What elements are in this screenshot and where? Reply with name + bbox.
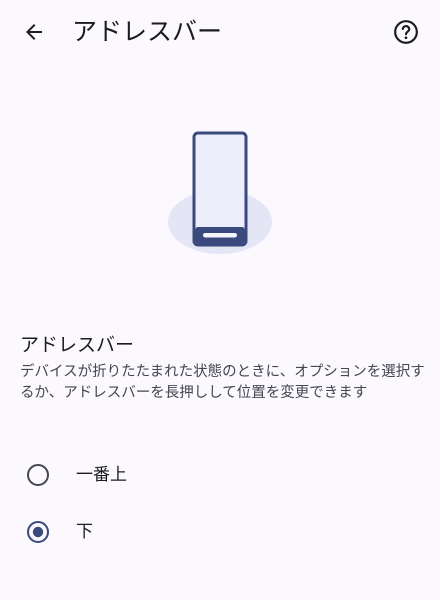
phone-bottom-address-bar-illustration — [168, 131, 272, 254]
radio-selected-icon[interactable] — [26, 520, 50, 544]
help-circle-icon — [394, 20, 418, 44]
arrow-back-icon — [26, 24, 42, 40]
option-bottom[interactable]: 下 — [0, 504, 440, 560]
radio-unselected-icon[interactable] — [26, 463, 50, 487]
option-top[interactable]: 一番上 — [0, 447, 440, 503]
top-app-bar: アドレスバー — [0, 0, 440, 60]
section-title: アドレスバー — [20, 334, 135, 356]
help-button[interactable] — [386, 12, 426, 52]
section-description: デバイスが折りたたまれた状態のときに、オプションを選択するか、アドレスバーを長押… — [20, 364, 425, 401]
address-bar-settings-page: アドレスバー アドレスバー デバイスが折りたたまれた状態のときに、オプションを選… — [0, 0, 440, 600]
option-top-label: 一番上 — [76, 465, 127, 485]
page-title: アドレスバー — [72, 17, 223, 46]
option-bottom-label: 下 — [76, 522, 93, 542]
address-bar-indicator — [203, 233, 237, 238]
back-button[interactable] — [14, 12, 54, 52]
